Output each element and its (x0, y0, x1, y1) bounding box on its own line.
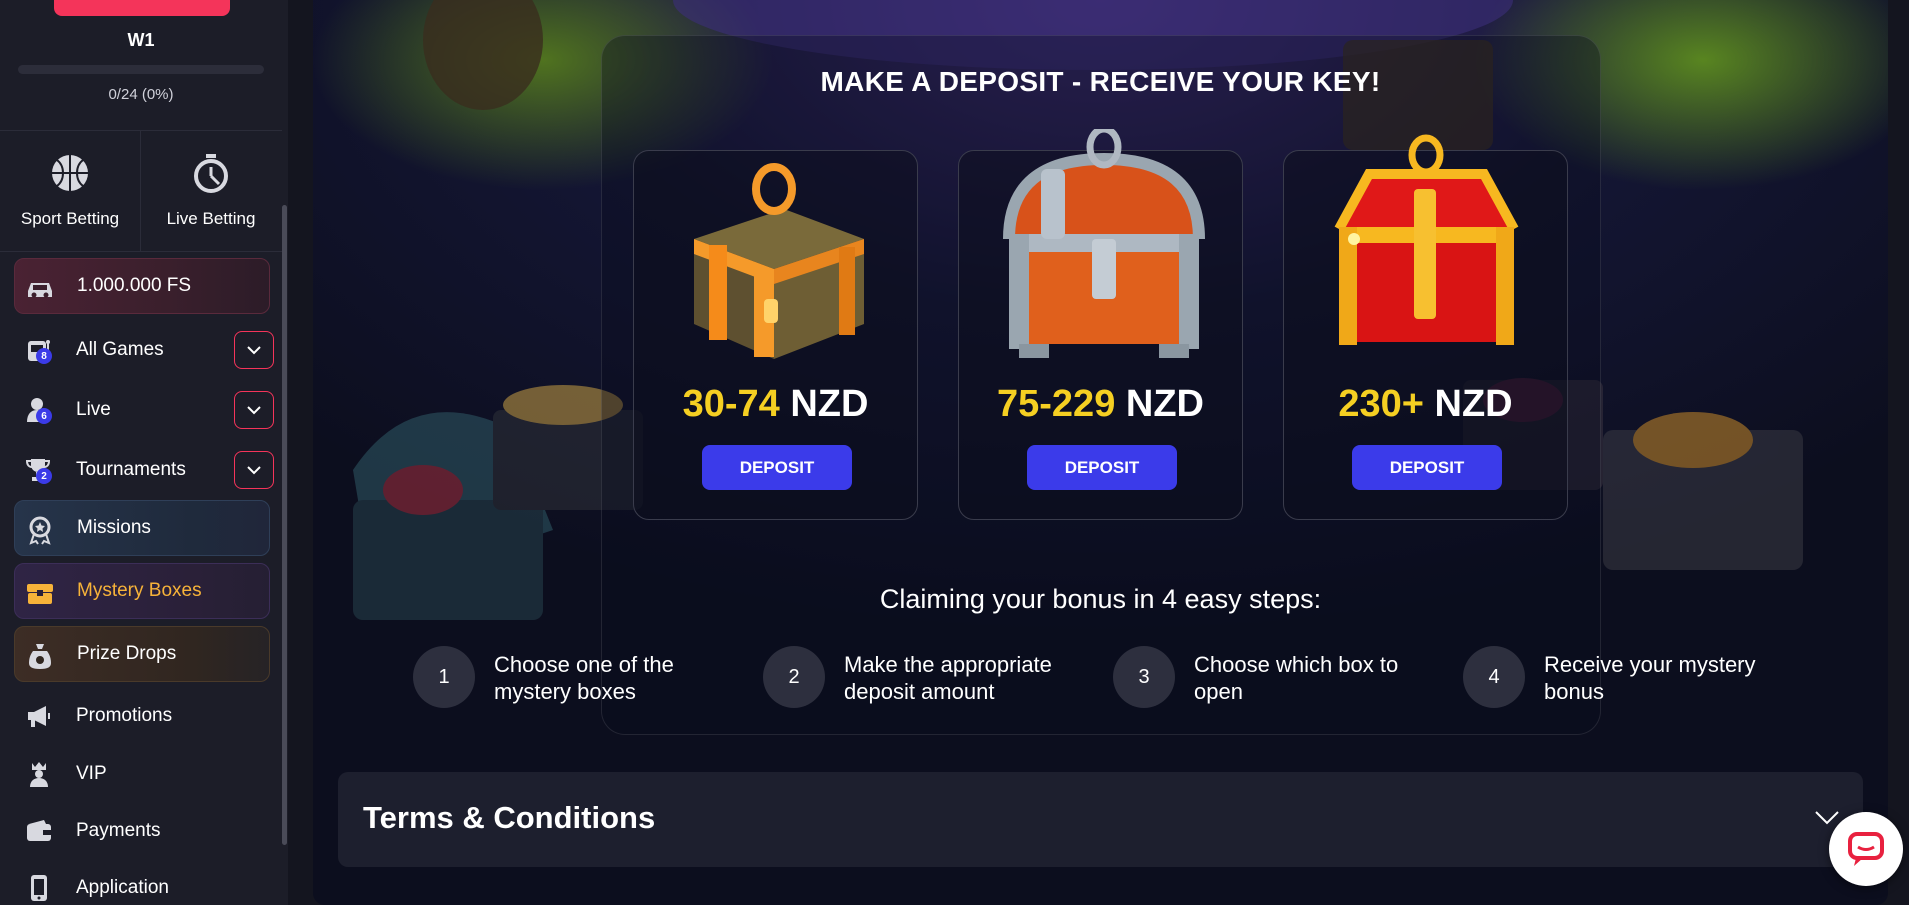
deposit-button[interactable]: DEPOSIT (1027, 445, 1177, 490)
box-price-range: 30-74 (682, 383, 780, 425)
sidebar-item-label: Mystery Boxes (77, 580, 202, 601)
wooden-chest-icon (694, 163, 864, 359)
sidebar-item-label: Application (76, 877, 169, 898)
basketball-icon (52, 155, 88, 191)
sidebar-item-missions[interactable]: Missions (14, 500, 270, 556)
sidebar-item-label: Payments (76, 820, 161, 841)
deposit-button[interactable]: DEPOSIT (1352, 445, 1502, 490)
box-price: 75-229 NZD (959, 383, 1242, 426)
step-number: 2 (763, 646, 825, 708)
step-number: 1 (413, 646, 475, 708)
live-badge: 6 (36, 408, 52, 424)
step-text: Make the appropriate deposit amount (844, 652, 1052, 704)
king-icon (30, 762, 48, 787)
treasure-box-icon (27, 584, 53, 604)
deposit-button[interactable]: DEPOSIT (702, 445, 852, 490)
sidebar-item-vip[interactable]: VIP (14, 750, 270, 798)
box-price-range: 230+ (1338, 383, 1424, 425)
chevron-down-icon (247, 405, 261, 414)
live-betting-label: Live Betting (166, 209, 256, 228)
all-games-expand-button[interactable] (234, 331, 274, 369)
megaphone-icon (28, 706, 50, 727)
box-price: 30-74 NZD (634, 383, 917, 426)
chevron-down-icon (247, 345, 261, 354)
chat-bubble-icon (1848, 832, 1884, 866)
silver-chest-icon (1003, 129, 1205, 358)
step-text: Choose which box to open (1194, 652, 1399, 704)
sidebar-item-live[interactable]: 6 Live (14, 386, 274, 434)
sidebar-item-prize-drops[interactable]: Prize Drops (14, 626, 270, 682)
steps-title: Claiming your bonus in 4 easy steps: (879, 584, 1322, 614)
medal-icon (29, 516, 51, 545)
sidebar-item-1000000-fs[interactable]: 1.000.000 FS (14, 258, 270, 314)
sport-betting-label: Sport Betting (20, 209, 120, 228)
sidebar-item-tournaments[interactable]: 2 Tournaments (14, 446, 274, 494)
box-price-currency: NZD (790, 383, 869, 425)
prize-bag-icon (29, 644, 51, 669)
phone-app-icon (31, 875, 47, 901)
box-price-range: 75-229 (997, 383, 1116, 425)
sidebar-item-label: 1.000.000 FS (77, 275, 192, 296)
terms-title: Terms & Conditions (363, 800, 656, 835)
car-icon (28, 283, 52, 298)
main-content: MAKE A DEPOSIT - RECEIVE YOUR KEY! 30-74… (313, 0, 1888, 905)
sidebar-item-mystery-boxes[interactable]: Mystery Boxes (14, 563, 270, 619)
sidebar-item-label: Live (76, 399, 111, 420)
box-price-currency: NZD (1434, 383, 1513, 425)
step-number: 4 (1463, 646, 1525, 708)
level-label: W1 (127, 30, 155, 50)
step-text: Choose one of the mystery boxes (494, 652, 674, 704)
step-item: 1 Choose one of the mystery boxes (413, 646, 733, 710)
step-item: 3 Choose which box to open (1113, 646, 1433, 710)
stopwatch-icon (194, 154, 228, 193)
box-price: 230+ NZD (1284, 383, 1567, 426)
terms-accordion[interactable]: Terms & Conditions (338, 772, 1863, 867)
level-progress-text: 0/24 (0%) (108, 86, 174, 103)
sidebar-item-all-games[interactable]: 8 All Games (14, 326, 274, 374)
sidebar-item-application[interactable]: Application (14, 864, 270, 905)
page-title: MAKE A DEPOSIT - RECEIVE YOUR KEY! (820, 66, 1381, 97)
tournaments-expand-button[interactable] (234, 451, 274, 489)
step-item: 2 Make the appropriate deposit amount (763, 646, 1083, 710)
live-betting-tile[interactable]: Live Betting (141, 131, 281, 251)
sidebar-item-label: VIP (76, 763, 107, 784)
mystery-box-card-golden[interactable]: 230+ NZD DEPOSIT (1283, 134, 1568, 520)
tournaments-badge: 2 (36, 468, 52, 484)
all-games-badge: 8 (36, 348, 52, 364)
sidebar: W1 0/24 (0%) Sport Betting Live Betting … (0, 0, 288, 905)
sidebar-scrollbar[interactable] (282, 205, 287, 845)
chevron-down-icon (247, 465, 261, 474)
golden-chest-icon (1334, 134, 1519, 345)
sidebar-item-label: Prize Drops (77, 643, 177, 664)
box-price-currency: NZD (1125, 383, 1204, 425)
live-expand-button[interactable] (234, 391, 274, 429)
sidebar-item-label: Promotions (76, 705, 173, 726)
sport-betting-tile[interactable]: Sport Betting (0, 131, 140, 251)
step-item: 4 Receive your mystery bonus (1463, 646, 1783, 710)
step-text: Receive your mystery bonus (1544, 652, 1756, 704)
wallet-icon (27, 820, 51, 841)
sidebar-item-label: All Games (76, 339, 164, 360)
chevron-down-icon[interactable] (1814, 810, 1840, 826)
chat-support-button[interactable] (1829, 812, 1903, 886)
sidebar-item-promotions[interactable]: Promotions (14, 692, 270, 740)
sidebar-item-label: Missions (77, 517, 151, 538)
sidebar-item-payments[interactable]: Payments (14, 807, 270, 855)
top-action-button[interactable] (54, 0, 230, 16)
step-number: 3 (1113, 646, 1175, 708)
sidebar-item-label: Tournaments (76, 459, 186, 480)
sidebar-divider (0, 251, 282, 252)
level-progress-bar (18, 65, 264, 74)
mystery-box-card-wooden[interactable]: 30-74 NZD DEPOSIT (633, 150, 918, 520)
mystery-box-card-silver[interactable]: 75-229 NZD DEPOSIT (958, 129, 1243, 520)
app: W1 0/24 (0%) Sport Betting Live Betting … (0, 0, 1909, 905)
